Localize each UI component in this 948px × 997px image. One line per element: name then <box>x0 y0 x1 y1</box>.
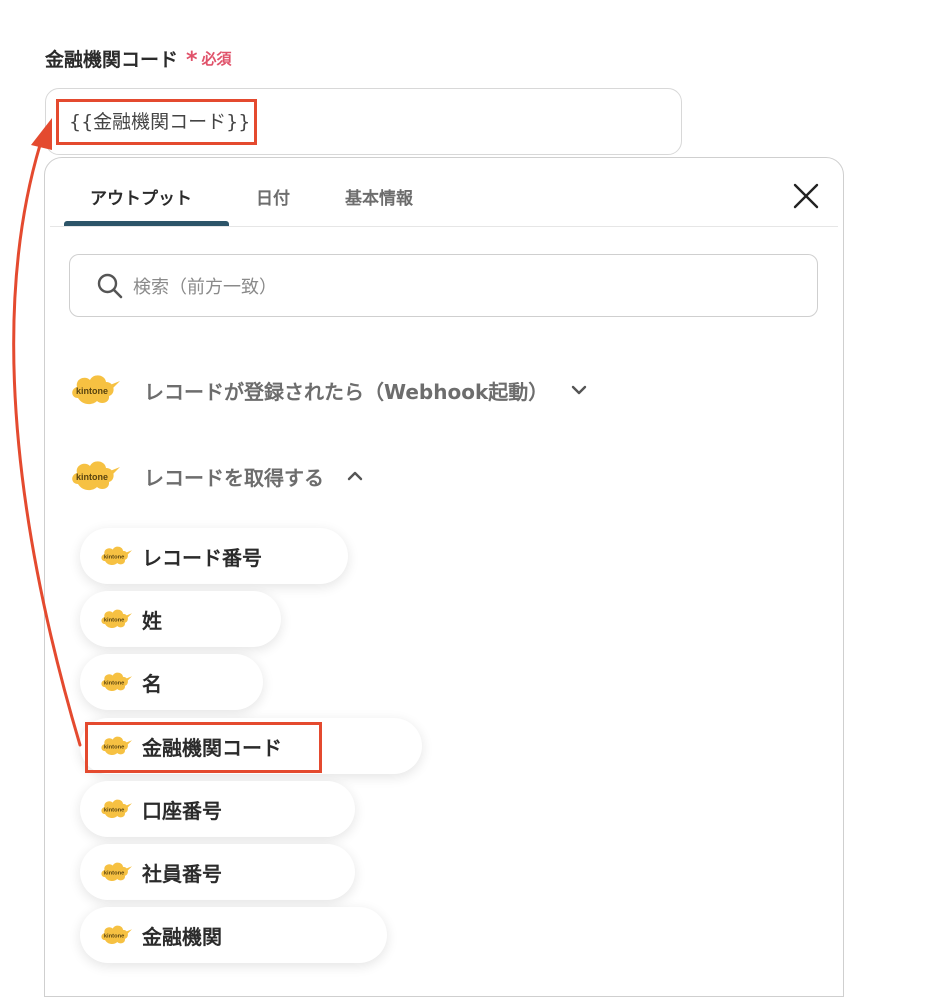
arrow-head-icon <box>31 118 52 150</box>
annotation-arrow <box>12 118 82 747</box>
